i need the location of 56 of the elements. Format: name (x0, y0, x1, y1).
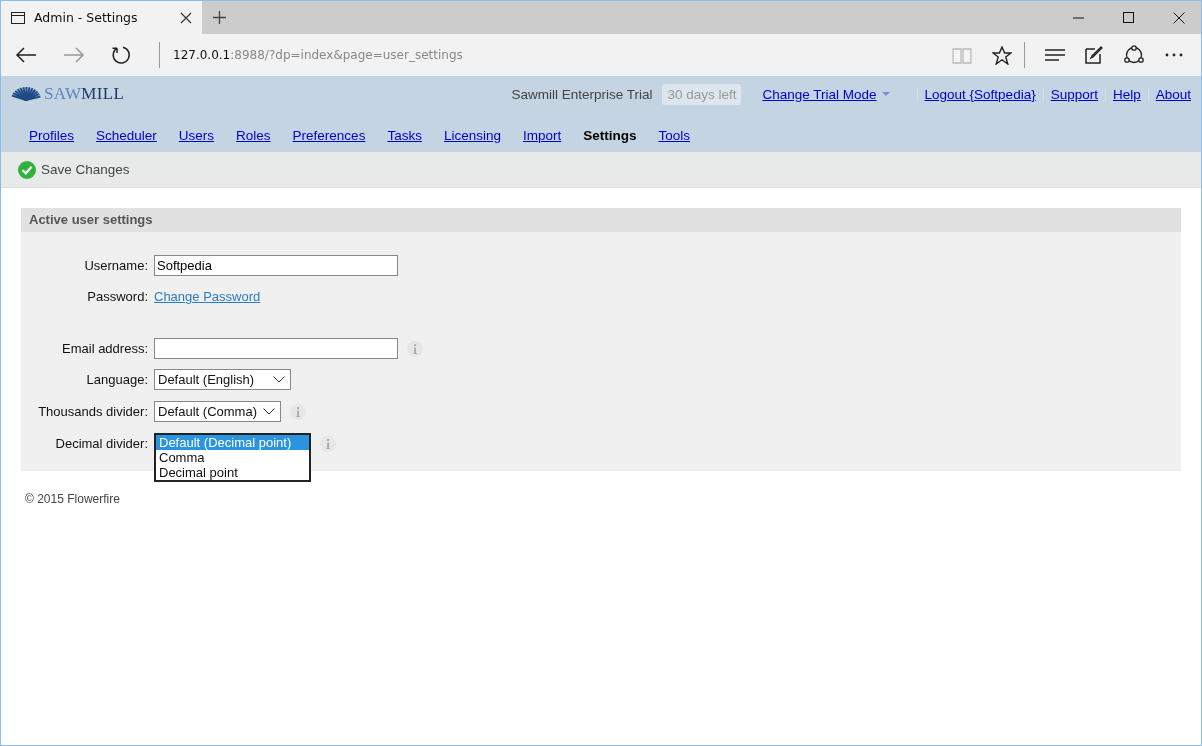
nav-tab[interactable]: Settings (583, 128, 637, 143)
field-label: Email address: (61, 341, 148, 356)
text-field[interactable] (154, 338, 398, 359)
refresh-icon[interactable] (111, 45, 131, 65)
browser-tab[interactable]: Admin - Settings (1, 1, 202, 34)
text-field[interactable]: Softpedia (154, 255, 398, 276)
window-icon (11, 11, 25, 24)
dropdown-select[interactable]: Default (English) (154, 369, 291, 390)
panel-title: Active user settings (21, 208, 1181, 232)
caret-icon (881, 92, 890, 96)
field-label: Decimal divider: (54, 436, 148, 451)
field-label: Password: (86, 289, 148, 304)
header-link[interactable]: About (1147, 86, 1191, 102)
field-label: Language: (85, 372, 148, 387)
nav-tab[interactable]: Scheduler (96, 128, 157, 143)
field-label: Thousands divider: (37, 404, 148, 419)
logo-fan-icon (10, 86, 42, 102)
dropdown-option[interactable]: Comma (156, 450, 309, 465)
nav-tab[interactable]: Preferences (292, 128, 366, 143)
pencil-note-icon[interactable] (1085, 46, 1103, 64)
tab-title: Admin - Settings (34, 10, 139, 25)
save-changes-button[interactable]: Save Changes (18, 160, 130, 179)
minimize-icon[interactable] (1073, 16, 1084, 19)
product-name: Sawmill Enterprise Trial (511, 86, 653, 102)
header-link[interactable]: Support (1042, 86, 1105, 102)
forward-arrow-icon[interactable] (63, 47, 85, 63)
nav-tab[interactable]: Users (178, 128, 215, 143)
trial-badge: 30 days left (662, 83, 742, 105)
close-icon[interactable] (180, 11, 192, 24)
dropdown-select[interactable]: Default (Comma) (154, 401, 281, 422)
nav-tab[interactable]: Roles (236, 128, 271, 143)
logo-text: SAWMILL (44, 84, 125, 104)
nav-tab[interactable]: Profiles (29, 128, 74, 143)
menu-icon[interactable] (1045, 49, 1065, 61)
header-link[interactable]: Change Trial Mode (755, 86, 897, 102)
dropdown-option[interactable]: Decimal point (156, 465, 309, 480)
change-password-link[interactable]: Change Password (154, 289, 261, 304)
close-icon[interactable] (1173, 11, 1185, 24)
nav-tab[interactable]: Tools (658, 128, 690, 143)
nav-tab[interactable]: Import (522, 128, 562, 143)
maximize-icon[interactable] (1123, 12, 1134, 23)
new-tab-icon[interactable] (213, 11, 226, 24)
nav-tab[interactable]: Tasks (387, 128, 422, 143)
field-label: Username: (83, 258, 148, 273)
checkmark-icon (18, 160, 36, 179)
chevron-down-icon (262, 408, 275, 415)
chevron-down-icon (273, 376, 285, 383)
nav-tab[interactable]: Licensing (443, 128, 501, 143)
share-icon[interactable] (1123, 45, 1145, 65)
more-icon[interactable] (1165, 53, 1183, 57)
dropdown-list[interactable]: Default (Decimal point) Comma Decimal point (154, 433, 311, 482)
header-link[interactable]: Logout {Softpedia} (916, 86, 1043, 102)
header-link[interactable]: Help (1104, 86, 1148, 102)
copyright-text: © 2015 Flowerfire (25, 492, 120, 506)
back-arrow-icon[interactable] (15, 47, 37, 63)
star-icon[interactable] (992, 45, 1012, 65)
